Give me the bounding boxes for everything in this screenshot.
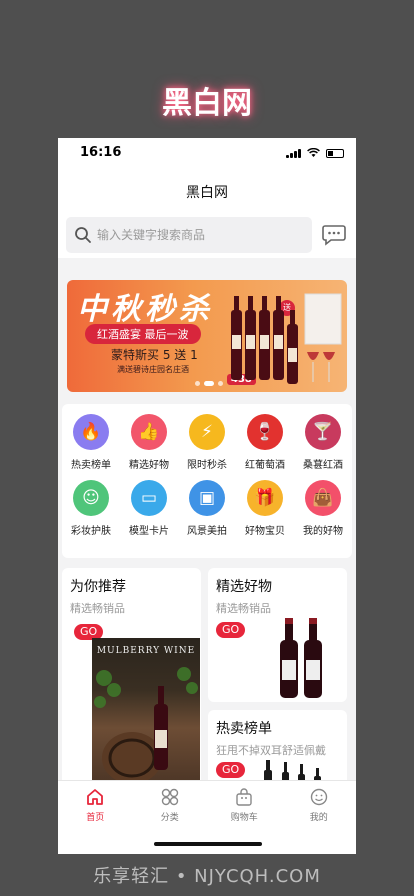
banner-title: 中秋秒杀 <box>77 292 213 327</box>
category-grid: 🔥 热卖榜单 👍 精选好物 ⚡ 限时秒杀 🍷 红葡萄酒 🍸 桑葚红酒 ☺ 彩妆护肤 ▭ 模型卡片 ▣ 风景美拍… <box>62 404 352 558</box>
lightning-icon: ⚡ <box>189 414 225 450</box>
hot-go-button[interactable]: GO <box>216 762 246 778</box>
category-label: 彩妆护肤 <box>71 526 111 537</box>
wine-glass-icon: 🍸 <box>305 414 341 450</box>
grid-icon <box>161 788 178 806</box>
status-time: 16:16 <box>80 145 122 160</box>
photo-icon: ▣ <box>189 480 225 516</box>
tab-category-label: 分类 <box>160 813 179 823</box>
phone-screen: 16:16 黑白网 输入关键字搜索商品 中秋秒杀 红酒盛宴 最后一波 蒙特斯买 … <box>58 138 356 854</box>
user-face-icon <box>310 788 327 806</box>
category-item[interactable]: 🎁 好物宝贝 <box>236 480 294 546</box>
cart-icon <box>236 788 252 806</box>
category-label: 我的好物 <box>303 526 343 537</box>
tab-mine[interactable]: 我的 <box>289 787 349 854</box>
banner-pill: 红酒盛宴 最后一波 <box>85 324 201 344</box>
overlay-title: 黑白网 <box>162 86 252 121</box>
hot-subtitle: 狂甩不掉双耳舒适佩戴 <box>216 744 326 757</box>
category-item[interactable]: 🍷 红葡萄酒 <box>236 414 294 480</box>
gift-icon: 🎁 <box>247 480 283 516</box>
wine-bottle-icon: 🍷 <box>247 414 283 450</box>
recommend-subtitle: 精选畅销品 <box>70 602 125 615</box>
battery-icon <box>326 149 344 158</box>
category-item[interactable]: ⚡ 限时秒杀 <box>178 414 236 480</box>
chat-bubble-icon <box>322 225 346 246</box>
category-item[interactable]: ☺ 彩妆护肤 <box>62 480 120 546</box>
category-label: 精选好物 <box>129 460 169 471</box>
category-label: 桑葚红酒 <box>303 460 343 471</box>
signal-icon <box>286 148 301 158</box>
featured-card[interactable]: 精选好物 精选畅销品 GO <box>208 568 347 702</box>
search-input[interactable] <box>97 228 297 242</box>
face-mask-icon: ☺ <box>73 480 109 516</box>
tab-mine-label: 我的 <box>309 813 328 823</box>
tab-home[interactable]: 首页 <box>65 787 125 854</box>
nav-title: 黑白网 <box>58 174 356 212</box>
hot-title: 热卖榜单 <box>216 721 272 737</box>
card-icon: ▭ <box>131 480 167 516</box>
status-bar: 16:16 <box>58 138 356 174</box>
category-item[interactable]: ▣ 风景美拍 <box>178 480 236 546</box>
search-icon <box>75 227 91 243</box>
thumbs-up-icon: 👍 <box>131 414 167 450</box>
search-bar <box>58 212 356 258</box>
home-indicator <box>154 842 262 846</box>
featured-title: 精选好物 <box>216 579 272 595</box>
flame-icon: 🔥 <box>73 414 109 450</box>
category-item[interactable]: 👜 我的好物 <box>294 480 352 546</box>
shopping-bag-icon: 👜 <box>305 480 341 516</box>
status-icons <box>286 148 344 158</box>
promo-banner[interactable]: 中秋秒杀 红酒盛宴 最后一波 蒙特斯买 5 送 1 满送碧诗庄园名庄酒 438 … <box>67 280 347 392</box>
tab-cart-label: 购物车 <box>230 813 258 823</box>
category-item[interactable]: 👍 精选好物 <box>120 414 178 480</box>
category-label: 热卖榜单 <box>71 460 111 471</box>
wine-bottles-image <box>231 293 342 384</box>
message-button[interactable] <box>322 224 346 246</box>
category-label: 模型卡片 <box>129 526 169 537</box>
category-item[interactable]: ▭ 模型卡片 <box>120 480 178 546</box>
watermark: 乐享轻汇 • NJYCQH.COM <box>93 866 321 887</box>
wifi-icon <box>307 148 320 157</box>
search-box[interactable] <box>66 217 312 253</box>
wine-pair-image <box>280 618 322 698</box>
category-item[interactable]: 🍸 桑葚红酒 <box>294 414 352 480</box>
banner-pagination[interactable] <box>195 381 223 386</box>
category-label: 风景美拍 <box>187 526 227 537</box>
recommend-title: 为你推荐 <box>70 579 126 595</box>
category-label: 好物宝贝 <box>245 526 285 537</box>
featured-subtitle: 精选畅销品 <box>216 602 271 615</box>
category-label: 红葡萄酒 <box>245 460 285 471</box>
banner-headline: 蒙特斯买 5 送 1 <box>111 348 198 362</box>
hot-list-card[interactable]: 热卖榜单 狂甩不掉双耳舒适佩戴 GO <box>208 710 347 790</box>
category-item[interactable]: 🔥 热卖榜单 <box>62 414 120 480</box>
featured-go-button[interactable]: GO <box>216 622 246 638</box>
category-label: 限时秒杀 <box>187 460 227 471</box>
recommend-card[interactable]: 为你推荐 精选畅销品 GO MULBERRY WINE <box>62 568 201 788</box>
banner-subtitle: 满送碧诗庄园名庄酒 <box>117 365 189 374</box>
mulberry-wine-image: MULBERRY WINE <box>92 638 200 788</box>
home-icon <box>87 789 104 805</box>
tab-home-label: 首页 <box>86 813 105 823</box>
